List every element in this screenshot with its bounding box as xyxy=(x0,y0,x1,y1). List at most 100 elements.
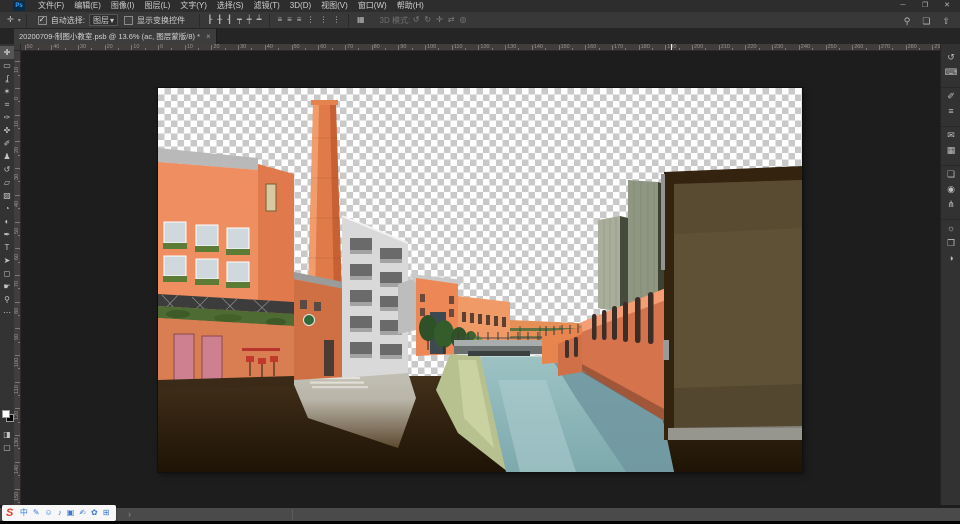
menu-edit[interactable]: 编辑(E) xyxy=(69,0,106,12)
distribute-h-centers-icon[interactable]: ⋮ xyxy=(317,12,330,28)
ruler-origin-corner[interactable] xyxy=(14,44,21,51)
close-tab-icon[interactable]: × xyxy=(206,32,211,41)
sogou-logo[interactable]: S xyxy=(6,507,13,519)
tool-preset-caret-icon[interactable]: ▾ xyxy=(18,17,21,24)
eyedropper-tool[interactable]: ✑ xyxy=(0,111,14,124)
document-canvas[interactable] xyxy=(158,88,802,472)
properties-panel-icon[interactable]: ≡ xyxy=(941,104,960,119)
history-brush-tool[interactable]: ↺ xyxy=(0,163,14,176)
menu-help[interactable]: 帮助(H) xyxy=(392,0,429,12)
align-v-centers-icon[interactable]: ┿ xyxy=(244,12,254,28)
menu-layer[interactable]: 图层(L) xyxy=(139,0,175,12)
gradient-tool[interactable]: ▨ xyxy=(0,189,14,202)
swatches-panel-icon[interactable]: ▦ xyxy=(941,143,960,158)
pen-tool[interactable]: ✒ xyxy=(0,228,14,241)
3d-slide-icon[interactable]: ⇄ xyxy=(445,12,457,28)
vertical-ruler[interactable]: 100102030405060708090100110120130140150 xyxy=(14,51,21,505)
align-right-edges-icon[interactable]: ┨ xyxy=(225,12,235,28)
ruler-tick xyxy=(15,408,20,409)
distribute-spacing-icon[interactable]: ▦ xyxy=(354,12,368,28)
spell-icon[interactable]: ✎ xyxy=(30,505,42,521)
distribute-bottom-edges-icon[interactable]: ≡ xyxy=(294,12,304,28)
auto-select-checkbox[interactable] xyxy=(38,16,47,25)
ruler-label: 0 xyxy=(14,97,20,100)
share-icon[interactable]: ⇧ xyxy=(936,13,956,29)
3d-zoom-icon[interactable]: ◎ xyxy=(457,12,469,28)
align-top-edges-icon[interactable]: ┯ xyxy=(234,12,244,28)
close-button[interactable]: ✕ xyxy=(936,0,958,11)
search-icon[interactable]: ⚲ xyxy=(898,13,917,29)
clone-source-panel-icon[interactable]: ✉ xyxy=(941,126,960,143)
quick-mask-button[interactable]: ◨ xyxy=(0,428,14,441)
type-tool[interactable]: T xyxy=(0,241,14,254)
move-tool[interactable]: ✛ xyxy=(0,46,14,59)
ruler-tick xyxy=(18,342,21,343)
rect-marquee-tool[interactable]: ▭ xyxy=(0,59,14,72)
edit-toolbar[interactable]: ⋯ xyxy=(0,306,14,319)
3d-orbit-icon[interactable]: ↺ xyxy=(410,12,422,28)
lasso-tool[interactable]: ʆ xyxy=(0,72,14,85)
distribute-left-edges-icon[interactable]: ⋮ xyxy=(304,12,317,28)
document-tab[interactable]: 20200709-制图小教室.psb @ 13.6% (ac, 图层蒙版/8) … xyxy=(14,29,217,44)
brush-settings-panel-icon[interactable]: ✐ xyxy=(941,87,960,104)
screen-mode-button[interactable]: ▢ xyxy=(0,441,14,454)
quick-selection-tool[interactable]: ✶ xyxy=(0,85,14,98)
brush-tool[interactable]: ✐ xyxy=(0,137,14,150)
menu-3d[interactable]: 3D(D) xyxy=(285,0,316,12)
dodge-tool[interactable]: ◐ xyxy=(0,215,14,228)
paths-panel-icon[interactable]: ⋔ xyxy=(941,197,960,212)
move-tool-icon[interactable]: ✛ xyxy=(4,12,17,28)
menu-window[interactable]: 窗口(W) xyxy=(353,0,392,12)
align-h-centers-icon[interactable]: ╂ xyxy=(215,12,225,28)
adjustments-panel-icon[interactable]: ◑ xyxy=(941,251,960,266)
foreground-color-swatch[interactable] xyxy=(2,410,10,418)
toolbox-icon[interactable]: ⊞ xyxy=(100,505,112,521)
voice-icon[interactable]: ♪ xyxy=(55,505,64,521)
hand-tool[interactable]: ☛ xyxy=(0,280,14,293)
ruler-tick xyxy=(18,368,21,369)
menu-filter[interactable]: 滤镜(T) xyxy=(249,0,285,12)
workspace-switcher-icon[interactable]: ❏ xyxy=(916,13,936,29)
menu-type[interactable]: 文字(Y) xyxy=(175,0,212,12)
clone-stamp-tool[interactable]: ♟ xyxy=(0,150,14,163)
distribute-top-edges-icon[interactable]: ≡ xyxy=(275,12,285,28)
healing-brush-tool[interactable]: ✜ xyxy=(0,124,14,137)
distribute-right-edges-icon[interactable]: ⋮ xyxy=(330,12,343,28)
blur-tool[interactable]: ◔ xyxy=(0,202,14,215)
color-swatches[interactable] xyxy=(2,410,14,422)
handwriting-icon[interactable]: ✍ xyxy=(77,505,89,521)
emoji-icon[interactable]: ☺ xyxy=(42,505,55,521)
actions-panel-icon[interactable]: ⌨ xyxy=(941,65,960,80)
layers-panel-icon[interactable]: ❏ xyxy=(941,165,960,182)
shape-tool[interactable]: ◻ xyxy=(0,267,14,280)
notes-panel-icon[interactable]: ❐ xyxy=(941,236,960,251)
keyboard-icon[interactable]: ▣ xyxy=(64,505,77,521)
auto-select-dropdown[interactable]: 图层 ▾ xyxy=(89,14,118,26)
3d-pan-icon[interactable]: ✛ xyxy=(434,12,446,28)
ruler-label: 0 xyxy=(160,44,163,50)
input-mode-icon[interactable]: 中 xyxy=(17,505,30,521)
ruler-label: 150 xyxy=(561,44,570,50)
3d-roll-icon[interactable]: ↻ xyxy=(422,12,434,28)
menu-image[interactable]: 图像(I) xyxy=(106,0,140,12)
align-left-edges-icon[interactable]: ┠ xyxy=(205,12,215,28)
restore-button[interactable]: ❐ xyxy=(914,0,936,11)
menu-view[interactable]: 视图(V) xyxy=(316,0,353,12)
channels-panel-icon[interactable]: ◉ xyxy=(941,182,960,197)
path-selection-tool[interactable]: ➤ xyxy=(0,254,14,267)
zoom-tool[interactable]: ⚲ xyxy=(0,293,14,306)
history-panel-icon[interactable]: ↺ xyxy=(941,50,960,65)
3d-lights-panel-icon[interactable]: ☼ xyxy=(941,219,960,236)
eraser-tool[interactable]: ▱ xyxy=(0,176,14,189)
align-bottom-edges-icon[interactable]: ┷ xyxy=(254,12,264,28)
horizontal-ruler[interactable]: 5040302010010203040506070809010011012013… xyxy=(21,44,940,51)
show-transform-checkbox[interactable] xyxy=(124,16,133,25)
menu-file[interactable]: 文件(F) xyxy=(33,0,69,12)
menu-select[interactable]: 选择(S) xyxy=(212,0,249,12)
pasteboard[interactable] xyxy=(21,51,940,505)
minimize-button[interactable]: ─ xyxy=(892,0,914,11)
skin-icon[interactable]: ✿ xyxy=(88,505,100,521)
taskbar-chevron-icon[interactable]: › xyxy=(128,508,131,521)
distribute-v-centers-icon[interactable]: ≡ xyxy=(285,12,295,28)
crop-tool[interactable]: ⌗ xyxy=(0,98,14,111)
